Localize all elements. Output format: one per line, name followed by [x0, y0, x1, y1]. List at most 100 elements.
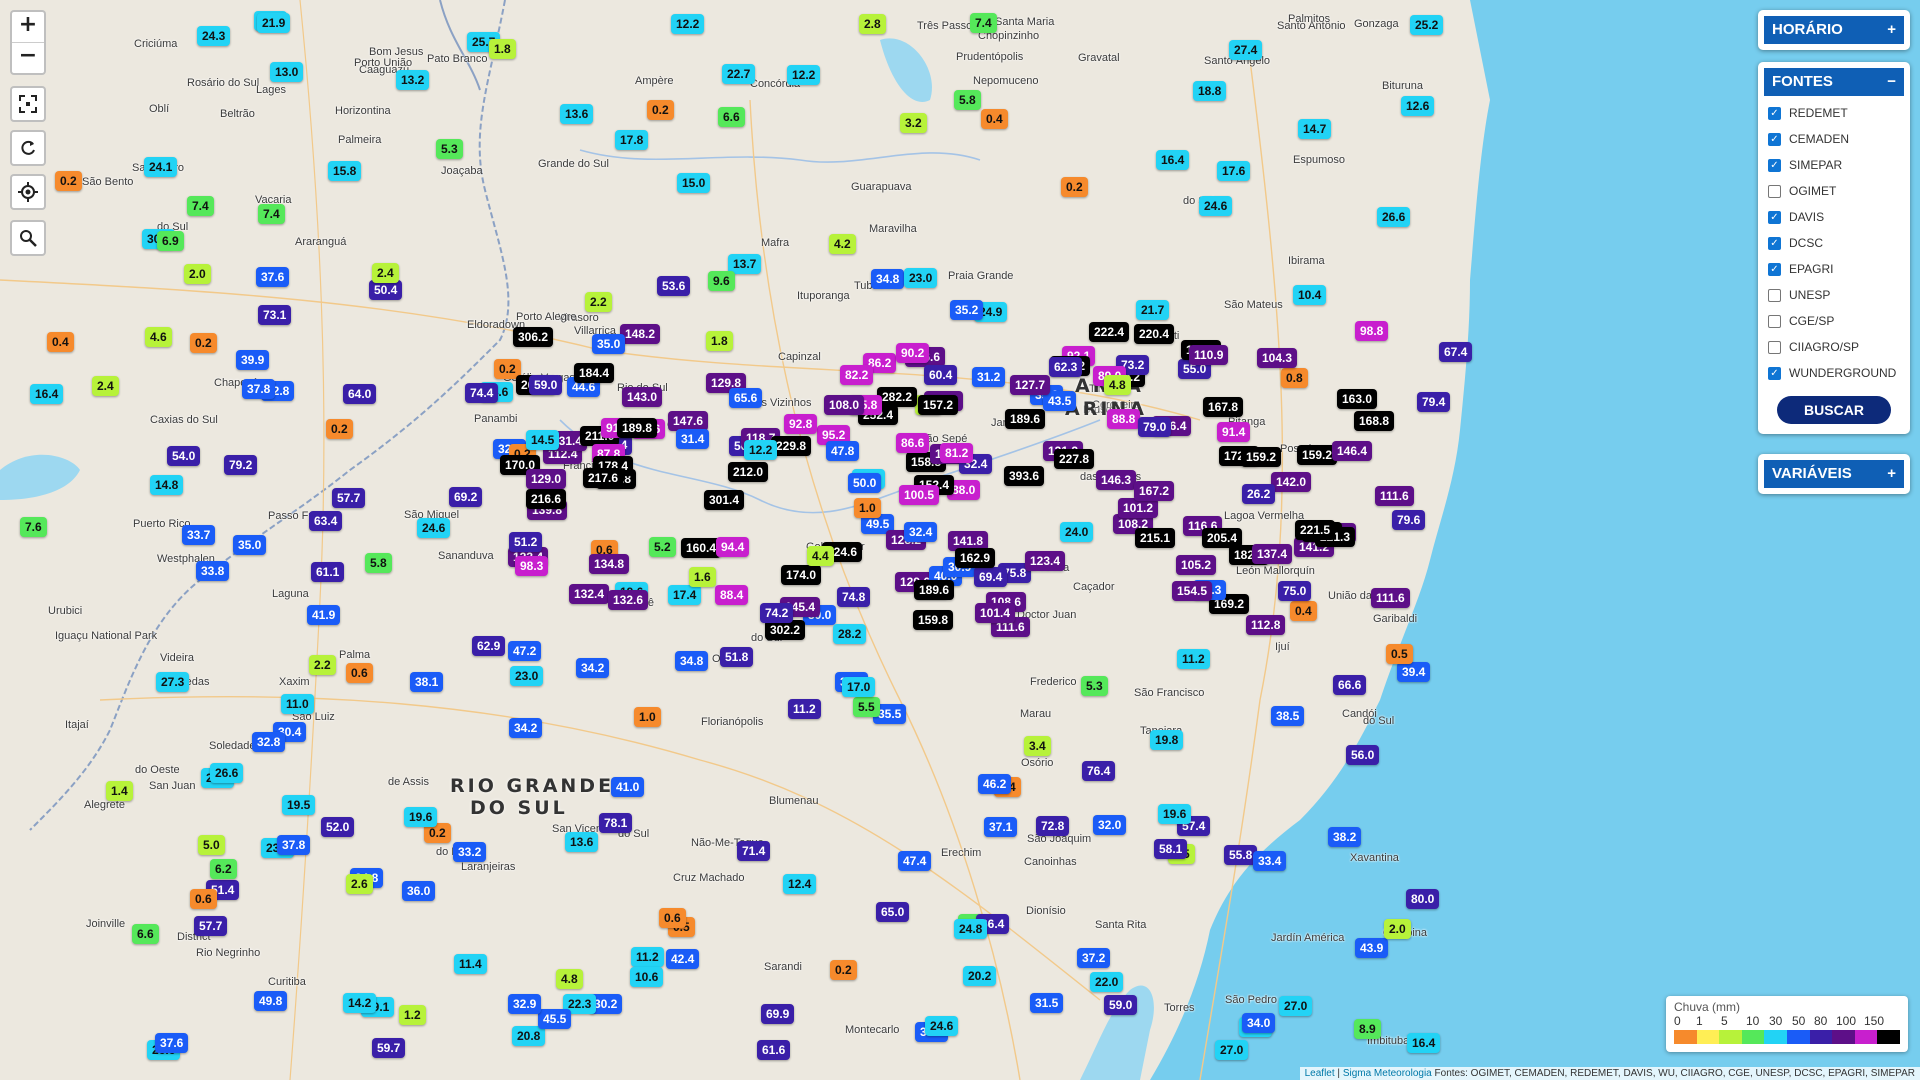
rain-marker[interactable]: 35.2	[950, 300, 984, 320]
rain-marker[interactable]: 6.2	[210, 859, 237, 879]
rain-marker[interactable]: 37.1	[984, 817, 1018, 837]
rain-marker[interactable]: 34.2	[576, 658, 610, 678]
rain-marker[interactable]: 24.6	[417, 518, 451, 538]
rain-marker[interactable]: 74.2	[760, 603, 794, 623]
rain-marker[interactable]: 0.2	[326, 419, 353, 439]
rain-marker[interactable]: 57.7	[194, 916, 228, 936]
rain-marker[interactable]: 54.0	[167, 446, 201, 466]
rain-marker[interactable]: 4.4	[807, 546, 834, 566]
rain-marker[interactable]: 24.0	[1060, 522, 1094, 542]
rain-marker[interactable]: 7.6	[20, 517, 47, 537]
rain-marker[interactable]: 15.0	[677, 173, 711, 193]
rain-marker[interactable]: 47.8	[826, 441, 860, 461]
rain-marker[interactable]: 7.4	[258, 204, 285, 224]
rain-marker[interactable]: 11.4	[454, 954, 487, 974]
rain-marker[interactable]: 4.8	[556, 969, 583, 989]
rain-marker[interactable]: 11.2	[1177, 649, 1210, 669]
rain-marker[interactable]: 11.2	[631, 947, 664, 967]
rain-marker[interactable]: 69.9	[761, 1004, 795, 1024]
rain-marker[interactable]: 0.5	[1386, 644, 1413, 664]
rain-marker[interactable]: 148.2	[620, 324, 661, 344]
rain-marker[interactable]: 17.6	[1217, 161, 1251, 181]
rain-marker[interactable]: 5.2	[649, 537, 676, 557]
source-item-ogimet[interactable]: OGIMET	[1768, 178, 1900, 204]
rain-marker[interactable]: 1.2	[399, 1005, 426, 1025]
rain-marker[interactable]: 393.6	[1004, 466, 1045, 486]
rain-marker[interactable]: 4.2	[829, 234, 856, 254]
rain-marker[interactable]: 19.6	[1158, 804, 1192, 824]
rain-marker[interactable]: 189.6	[1005, 409, 1046, 429]
rain-marker[interactable]: 11.0	[281, 694, 314, 714]
rain-marker[interactable]: 12.4	[783, 874, 817, 894]
rain-marker[interactable]: 127.7	[1010, 375, 1051, 395]
rain-marker[interactable]: 79.6	[1392, 510, 1426, 530]
rain-marker[interactable]: 3.4	[1024, 736, 1051, 756]
rain-marker[interactable]: 61.1	[311, 562, 345, 582]
rain-marker[interactable]: 39.9	[236, 350, 270, 370]
rain-marker[interactable]: 108.0	[824, 395, 865, 415]
rain-marker[interactable]: 154.5	[1172, 581, 1213, 601]
rain-marker[interactable]: 92.8	[784, 414, 818, 434]
rain-marker[interactable]: 217.6	[583, 468, 624, 488]
source-item-dcsc[interactable]: ✓ DCSC	[1768, 230, 1900, 256]
rain-marker[interactable]: 33.2	[453, 842, 487, 862]
search-button[interactable]	[10, 220, 46, 256]
rain-marker[interactable]: 112.8	[1246, 615, 1286, 635]
rain-marker[interactable]: 2.8	[859, 14, 886, 34]
rain-marker[interactable]: 23.0	[904, 268, 938, 288]
rain-marker[interactable]: 212.0	[728, 462, 769, 482]
rain-marker[interactable]: 220.4	[1134, 324, 1175, 344]
rain-marker[interactable]: 88.4	[715, 585, 749, 605]
rain-marker[interactable]: 174.0	[781, 565, 822, 585]
rain-marker[interactable]: 2.6	[346, 874, 373, 894]
source-checkbox[interactable]: ✓	[1768, 210, 1781, 224]
rain-marker[interactable]: 168.8	[1354, 411, 1395, 431]
rain-marker[interactable]: 0.4	[981, 109, 1008, 129]
source-checkbox[interactable]: ✓	[1768, 262, 1781, 276]
rain-marker[interactable]: 38.2	[1328, 827, 1362, 847]
rain-marker[interactable]: 98.3	[515, 556, 549, 576]
rain-marker[interactable]: 16.4	[1407, 1033, 1441, 1053]
rain-marker[interactable]: 22.7	[722, 64, 756, 84]
rain-marker[interactable]: 0.2	[830, 960, 857, 980]
rain-marker[interactable]: 137.4	[1252, 544, 1293, 564]
rain-marker[interactable]: 26.6	[210, 763, 244, 783]
rain-marker[interactable]: 64.0	[343, 384, 377, 404]
rain-marker[interactable]: 0.2	[1061, 177, 1088, 197]
rain-marker[interactable]: 282.2	[877, 387, 918, 407]
rain-marker[interactable]: 79.0	[1138, 417, 1172, 437]
rain-marker[interactable]: 57.7	[332, 488, 366, 508]
rain-marker[interactable]: 6.6	[132, 924, 159, 944]
rain-marker[interactable]: 35.0	[233, 535, 267, 555]
rain-marker[interactable]: 2.4	[372, 263, 399, 283]
rain-marker[interactable]: 111.6	[1371, 588, 1410, 608]
rain-marker[interactable]: 42.4	[666, 949, 700, 969]
rain-marker[interactable]: 189.8	[617, 418, 658, 438]
rain-marker[interactable]: 41.0	[611, 777, 645, 797]
source-checkbox[interactable]: ✓	[1768, 106, 1781, 120]
source-item-ciiagrosp[interactable]: CIIAGRO/SP	[1768, 334, 1900, 360]
source-checkbox[interactable]: ✓	[1768, 158, 1781, 172]
rain-marker[interactable]: 0.2	[55, 171, 82, 191]
rain-marker[interactable]: 21.9	[257, 13, 291, 33]
rain-marker[interactable]: 0.6	[190, 889, 217, 909]
rain-marker[interactable]: 32.9	[508, 994, 542, 1014]
rain-marker[interactable]: 46.2	[978, 774, 1012, 794]
rain-marker[interactable]: 26.2	[1242, 484, 1276, 504]
rain-marker[interactable]: 32.0	[1093, 815, 1127, 835]
rain-marker[interactable]: 6.9	[157, 231, 184, 251]
rain-marker[interactable]: 5.8	[954, 90, 981, 110]
rain-marker[interactable]: 0.4	[1290, 601, 1317, 621]
rain-marker[interactable]: 81.2	[940, 443, 974, 463]
zoom-in-button[interactable]: +	[12, 12, 44, 42]
rain-marker[interactable]: 1.0	[854, 498, 881, 518]
buscar-button[interactable]: BUSCAR	[1777, 396, 1891, 424]
rain-marker[interactable]: 129.0	[526, 469, 567, 489]
rain-marker[interactable]: 163.0	[1337, 389, 1378, 409]
rain-marker[interactable]: 13.2	[396, 70, 430, 90]
rain-marker[interactable]: 14.5	[526, 430, 560, 450]
rain-marker[interactable]: 10.4	[1293, 285, 1327, 305]
rain-marker[interactable]: 21.7	[1136, 300, 1170, 320]
rain-marker[interactable]: 33.8	[196, 561, 230, 581]
rain-marker[interactable]: 47.2	[508, 641, 542, 661]
